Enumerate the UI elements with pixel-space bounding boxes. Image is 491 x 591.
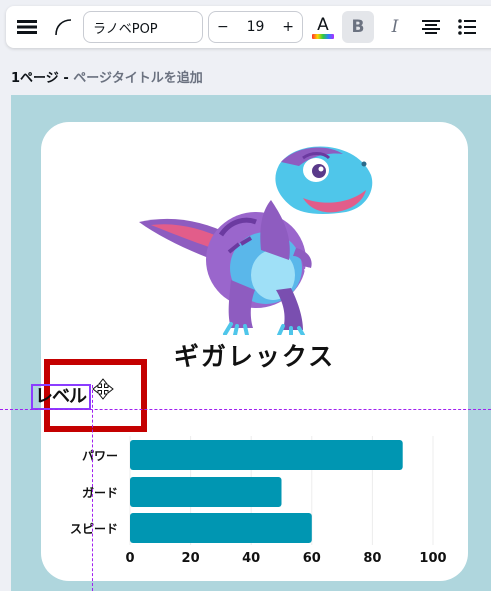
chart-category-label: パワー [82, 449, 118, 463]
chart-bar[interactable] [130, 477, 282, 507]
chart-category-label: ガード [82, 485, 118, 500]
chart-bar[interactable] [130, 440, 403, 470]
level-bar-chart[interactable]: パワーガードスピード 0 20 40 60 80 100 [0, 0, 491, 591]
chart-category-label: スピード [70, 522, 118, 536]
chart-bar[interactable] [130, 513, 312, 543]
alignment-guide-horizontal [0, 409, 491, 410]
chart-tick-label: 100 [419, 551, 446, 566]
alignment-guide-vertical [92, 385, 93, 591]
chart-tick-label: 40 [242, 551, 260, 566]
chart-tick-label: 0 [125, 551, 134, 566]
chart-tick-label: 60 [303, 551, 321, 566]
chart-tick-label: 80 [363, 551, 381, 566]
chart-tick-label: 20 [182, 551, 200, 566]
